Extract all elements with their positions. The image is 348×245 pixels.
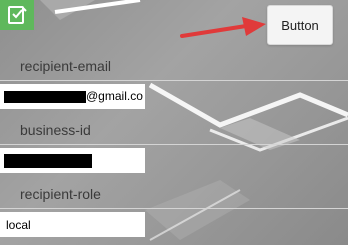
redacted-block — [4, 154, 92, 168]
divider — [0, 80, 348, 81]
recipient-role-label: recipient-role — [20, 186, 101, 202]
recipient-email-value: @gmail.co — [86, 89, 143, 103]
book-logo-icon — [0, 0, 34, 30]
red-arrow-icon — [180, 17, 266, 38]
redacted-block — [4, 91, 86, 103]
top-button[interactable]: Button — [267, 5, 333, 45]
recipient-role-field[interactable]: local — [0, 212, 145, 237]
business-id-label: business-id — [20, 122, 91, 138]
divider — [0, 144, 348, 145]
recipient-email-field[interactable]: @gmail.co — [0, 84, 145, 109]
recipient-role-value: local — [6, 217, 31, 232]
business-id-field[interactable] — [0, 148, 145, 173]
divider — [0, 208, 348, 209]
recipient-email-label: recipient-email — [20, 58, 112, 74]
